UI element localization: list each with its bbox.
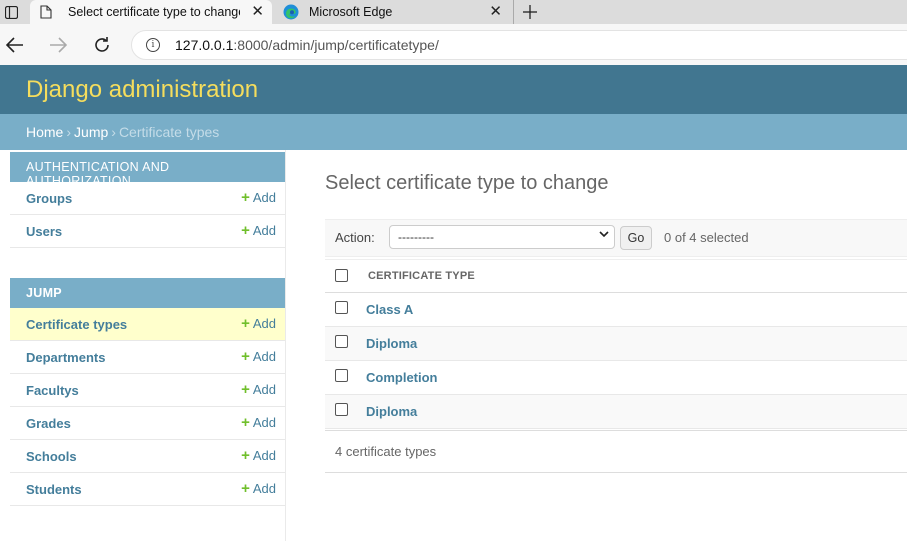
row-checkbox[interactable] — [335, 301, 348, 314]
add-label: Add — [252, 349, 276, 364]
tab-actions-icon[interactable] — [0, 0, 22, 24]
row-link[interactable]: Completion — [366, 370, 438, 385]
browser-tab-bar: Select certificate type to change ✕ Micr… — [0, 0, 907, 24]
add-label: Add — [252, 190, 276, 205]
add-label: Add — [252, 223, 276, 238]
breadcrumb: Home › Jump › Certificate types — [0, 114, 907, 150]
table-header: CERTIFICATE TYPE — [325, 259, 907, 293]
add-groups-link[interactable]: + Add — [241, 188, 276, 206]
close-tab-icon[interactable]: ✕ — [251, 4, 264, 20]
actions-bar: Action: --------- Go 0 of 4 selected — [325, 219, 907, 257]
browser-tab-inactive[interactable]: Microsoft Edge ✕ — [274, 0, 510, 24]
row-link[interactable]: Diploma — [366, 336, 417, 351]
sidebar-link-students[interactable]: Students — [26, 482, 82, 497]
sidebar-item-facultys: Facultys + Add — [10, 374, 285, 407]
site-header: Django administration — [0, 65, 907, 114]
add-icon: + — [241, 314, 250, 332]
sidebar-item-users: Users + Add — [10, 215, 285, 248]
sidebar-link-departments[interactable]: Departments — [26, 350, 105, 365]
add-students-link[interactable]: + Add — [241, 479, 276, 497]
add-grades-link[interactable]: + Add — [241, 413, 276, 431]
add-icon: + — [241, 221, 250, 239]
add-schools-link[interactable]: + Add — [241, 446, 276, 464]
row-checkbox[interactable] — [335, 369, 348, 382]
add-icon: + — [241, 479, 250, 497]
action-label: Action: — [335, 230, 375, 245]
sidebar-link-facultys[interactable]: Facultys — [26, 383, 79, 398]
sidebar-link-schools[interactable]: Schools — [26, 449, 77, 464]
sidebar-item-groups: Groups + Add — [10, 182, 285, 215]
row-checkbox[interactable] — [335, 403, 348, 416]
page-title: Select certificate type to change — [325, 172, 609, 194]
edge-logo-icon — [283, 4, 299, 20]
add-icon: + — [241, 380, 250, 398]
sidebar-link-users[interactable]: Users — [26, 224, 62, 239]
sidebar-item-students: Students + Add — [10, 473, 285, 506]
chevron-down-icon — [599, 229, 609, 242]
table-row: Diploma — [325, 327, 907, 361]
breadcrumb-separator: › — [66, 124, 72, 140]
selected-count: 0 of 4 selected — [664, 230, 749, 245]
column-header-certificate-type[interactable]: CERTIFICATE TYPE — [368, 270, 475, 282]
sidebar-item-schools: Schools + Add — [10, 440, 285, 473]
row-link[interactable]: Diploma — [366, 404, 417, 419]
tab-title: Select certificate type to change — [68, 5, 240, 19]
site-title[interactable]: Django administration — [26, 76, 258, 104]
sidebar-item-certificate-types: Certificate types + Add — [10, 308, 285, 341]
site-info-icon[interactable]: i — [146, 38, 160, 52]
address-bar: i 127.0.0.1:8000/admin/jump/certificatet… — [0, 24, 907, 65]
url-text: 127.0.0.1:8000/admin/jump/certificatetyp… — [175, 37, 439, 53]
refresh-icon[interactable] — [89, 32, 115, 58]
sidebar-link-groups[interactable]: Groups — [26, 191, 72, 206]
add-users-link[interactable]: + Add — [241, 221, 276, 239]
url-field[interactable]: i 127.0.0.1:8000/admin/jump/certificatet… — [131, 30, 907, 60]
paginator: 4 certificate types — [325, 430, 907, 473]
tab-title: Microsoft Edge — [309, 5, 393, 19]
add-label: Add — [252, 415, 276, 430]
add-label: Add — [252, 481, 276, 496]
new-tab-icon[interactable] — [513, 0, 545, 24]
back-icon[interactable] — [2, 32, 28, 58]
nav-sidebar: AUTHENTICATION AND AUTHORIZATION Groups … — [8, 150, 286, 541]
breadcrumb-app-link[interactable]: Jump — [74, 124, 108, 140]
breadcrumb-separator: › — [111, 124, 116, 140]
add-icon: + — [241, 188, 250, 206]
row-link[interactable]: Class A — [366, 302, 413, 317]
add-facultys-link[interactable]: + Add — [241, 380, 276, 398]
page-icon — [40, 5, 52, 19]
close-tab-icon[interactable]: ✕ — [489, 4, 502, 20]
breadcrumb-home-link[interactable]: Home — [26, 124, 63, 140]
add-icon: + — [241, 446, 250, 464]
sidebar-link-grades[interactable]: Grades — [26, 416, 71, 431]
add-label: Add — [252, 316, 276, 331]
select-all-checkbox[interactable] — [335, 269, 348, 282]
breadcrumb-current: Certificate types — [118, 124, 220, 140]
module-caption-auth[interactable]: AUTHENTICATION AND AUTHORIZATION — [10, 152, 285, 188]
sidebar-item-grades: Grades + Add — [10, 407, 285, 440]
add-label: Add — [252, 382, 276, 397]
table-row: Diploma — [325, 395, 907, 429]
add-icon: + — [241, 413, 250, 431]
module-caption-jump[interactable]: JUMP — [10, 278, 285, 308]
forward-icon[interactable] — [45, 32, 71, 58]
result-count: 4 certificate types — [335, 444, 437, 459]
action-selected-value: --------- — [398, 230, 434, 244]
add-departments-link[interactable]: + Add — [241, 347, 276, 365]
sidebar-link-certificate-types[interactable]: Certificate types — [26, 317, 127, 332]
row-checkbox[interactable] — [335, 335, 348, 348]
go-button[interactable]: Go — [620, 226, 652, 250]
action-select[interactable]: --------- — [389, 225, 615, 249]
add-label: Add — [252, 448, 276, 463]
browser-tab-active[interactable]: Select certificate type to change ✕ — [30, 0, 272, 24]
sidebar-item-departments: Departments + Add — [10, 341, 285, 374]
add-icon: + — [241, 347, 250, 365]
table-row: Completion — [325, 361, 907, 395]
table-row: Class A — [325, 293, 907, 327]
add-certificate-types-link[interactable]: + Add — [241, 314, 276, 332]
